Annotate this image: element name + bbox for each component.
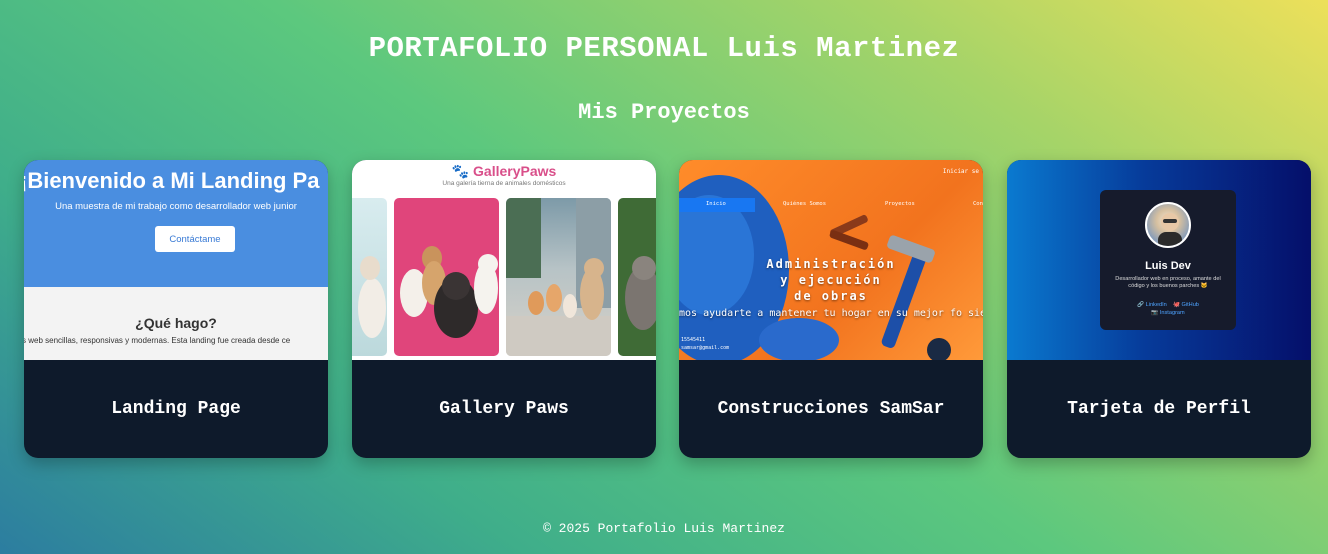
link-linkedin: LinkedIn	[1145, 302, 1167, 308]
preview-subtitle: Una galería tierna de animales doméstico…	[442, 180, 566, 187]
project-title: Tarjeta de Perfil	[1067, 399, 1251, 419]
footer: © 2025 Portafolio Luis Martinez	[543, 521, 785, 536]
project-preview-gallery-paws: 🐾 GalleryPaws Una galería tierna de anim…	[352, 160, 656, 360]
linkedin-icon: 🔗	[1137, 302, 1145, 308]
section-title: Mis Proyectos	[578, 100, 750, 125]
preview-question: ¿Qué hago?	[135, 315, 217, 331]
project-title: Landing Page	[111, 399, 241, 419]
photo-dog-right	[618, 198, 656, 356]
project-preview-tarjeta-de-perfil: Luis Dev Desarrollador web en proceso, a…	[1007, 160, 1311, 360]
project-title: Construcciones SamSar	[717, 399, 945, 419]
avatar	[1145, 202, 1191, 248]
link-instagram: Instagram	[1159, 310, 1185, 316]
photo-cats-street	[506, 198, 611, 356]
project-title: Gallery Paws	[439, 399, 569, 419]
photo-dogs-light	[352, 198, 387, 356]
nav-item-quienes-somos: Quiénes Somos	[783, 201, 827, 207]
project-card-tarjeta-de-perfil[interactable]: Luis Dev Desarrollador web en proceso, a…	[1007, 160, 1311, 458]
preview-headline: Administración y ejecución de obras	[766, 257, 896, 303]
profile-card: Luis Dev Desarrollador web en proceso, a…	[1100, 190, 1236, 330]
project-card-construcciones-samsar[interactable]: Iniciar se Inicio Quiénes Somos Proyecto…	[679, 160, 983, 458]
project-card-landing-page[interactable]: ¡Bienvenido a Mi Landing Pa Una muestra …	[24, 160, 328, 458]
preview-title: GalleryPaws	[473, 163, 557, 179]
nav-item-contacto: Con	[973, 201, 983, 207]
project-preview-landing-page: ¡Bienvenido a Mi Landing Pa Una muestra …	[24, 160, 328, 360]
photo-dogs-pink	[394, 198, 499, 356]
profile-name: Luis Dev	[1145, 260, 1191, 272]
login-link: Iniciar se	[942, 168, 979, 175]
preview-subtitle: Una muestra de mi trabajo como desarroll…	[55, 201, 297, 212]
preview-heading: ¡Bienvenido a Mi Landing Pa	[24, 168, 320, 193]
preview-lead: amos ayudarte a mantener tu hogar en su …	[679, 308, 983, 319]
preview-contact-button: Contáctame	[155, 226, 235, 252]
project-card-gallery-paws[interactable]: 🐾 GalleryPaws Una galería tierna de anim…	[352, 160, 656, 458]
paw-icon: 🐾	[451, 163, 470, 179]
preview-nav: Inicio Quiénes Somos Proyectos Con	[679, 198, 983, 212]
github-icon: 🐙	[1172, 302, 1180, 308]
profile-bio: Desarrollador web en proceso, amante del…	[1115, 276, 1221, 289]
project-preview-construcciones-samsar: Iniciar se Inicio Quiénes Somos Proyecto…	[679, 160, 983, 360]
link-github: GitHub	[1181, 302, 1199, 308]
preview-email: samsar@gmail.com	[681, 345, 730, 351]
preview-body: s web sencillas, responsivas y modernas.…	[24, 336, 291, 345]
nav-item-inicio: Inicio	[706, 201, 726, 207]
preview-phone: 15545411	[681, 337, 706, 343]
instagram-icon: 📷	[1151, 310, 1159, 316]
page-title: PORTAFOLIO PERSONAL Luis Martinez	[368, 32, 960, 65]
nav-item-proyectos: Proyectos	[885, 201, 915, 207]
profile-links: 🔗 LinkedIn 🐙 GitHub 📷 Instagram	[1100, 301, 1236, 317]
